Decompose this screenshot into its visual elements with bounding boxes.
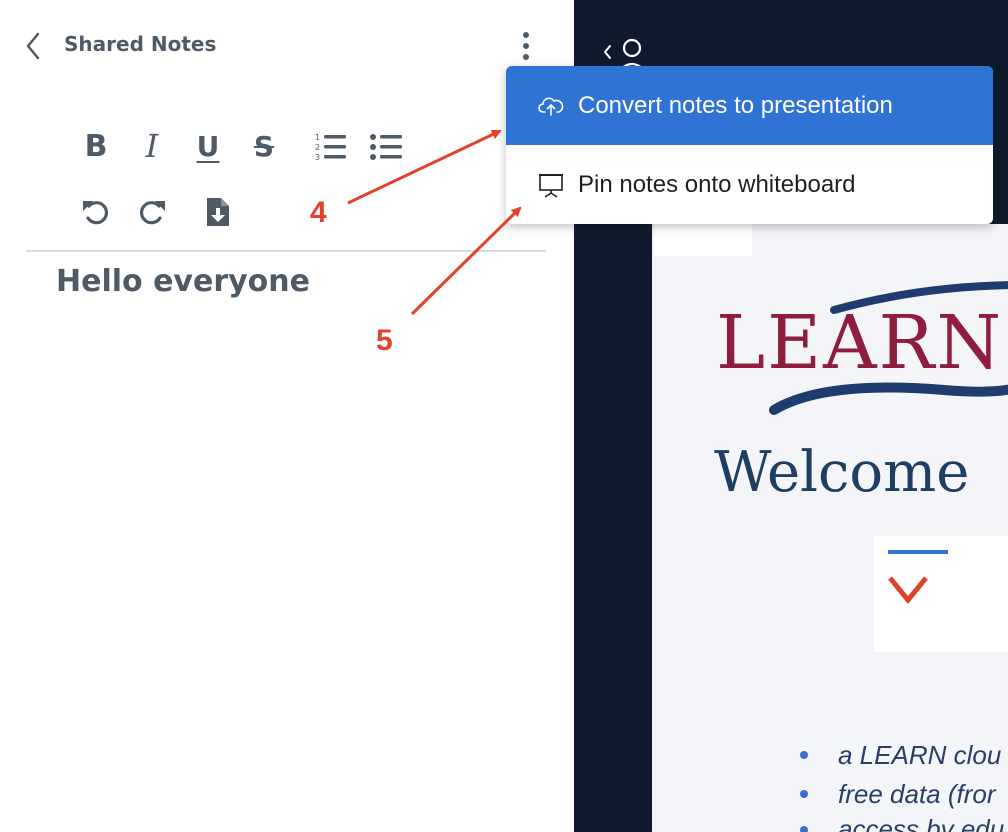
strikethrough-button[interactable]: S [244,126,284,166]
slide-logo-text: LEARN [716,300,1004,386]
strikethrough-icon: S [253,129,275,163]
more-options-icon[interactable] [514,28,538,64]
svg-text:1: 1 [315,133,320,142]
shared-notes-panel: Shared Notes B I U S 1 2 3 Hello everyon… [0,0,574,832]
cloud-upload-icon [538,93,564,119]
slide-bullet: free data (fror [838,779,996,809]
note-content[interactable]: Hello everyone [56,264,310,299]
pin-notes-onto-whiteboard-item[interactable]: Pin notes onto whiteboard [506,145,993,224]
underline-icon: U [196,129,220,163]
ordered-list-icon: 1 2 3 [315,133,346,161]
underline-button[interactable]: U [188,126,228,166]
bullet-point-icon [800,790,808,798]
toolbar-divider [26,250,546,252]
file-download-icon [207,198,229,226]
annotation-label-5: 5 [376,324,393,357]
undo-icon [83,201,109,225]
slide-welcome-heading: Welcome [714,440,970,505]
export-button[interactable] [198,192,238,232]
notes-options-menu: Convert notes to presentation Pin notes … [506,66,993,224]
italic-icon: I [145,127,159,165]
ordered-list-button[interactable]: 1 2 3 [310,126,350,166]
slide-bullet: access by edu [838,814,1005,832]
slide-bullet: a LEARN clou [838,740,1002,770]
svg-text:2: 2 [315,143,320,152]
menu-item-label: Pin notes onto whiteboard [578,170,856,198]
back-chevron-icon[interactable] [20,28,48,64]
bullet-point-icon [800,751,808,759]
svg-text:3: 3 [315,153,320,161]
redo-icon [139,201,165,225]
panel-title: Shared Notes [64,32,217,56]
slide-thumbnail-edge [654,224,752,256]
convert-notes-to-presentation-item[interactable]: Convert notes to presentation [506,66,993,145]
italic-button[interactable]: I [132,126,172,166]
bullet-list-icon [370,134,402,160]
undo-button[interactable] [76,192,116,232]
bullet-list-button[interactable] [366,126,406,166]
slide-image [874,536,1008,652]
annotation-label-4: 4 [310,196,327,229]
redo-button[interactable] [132,192,172,232]
presentation-board-icon [538,172,564,198]
menu-item-label: Convert notes to presentation [578,91,893,119]
bold-button[interactable]: B [76,126,116,166]
bold-icon: B [84,128,108,164]
bullet-point-icon [800,826,808,832]
